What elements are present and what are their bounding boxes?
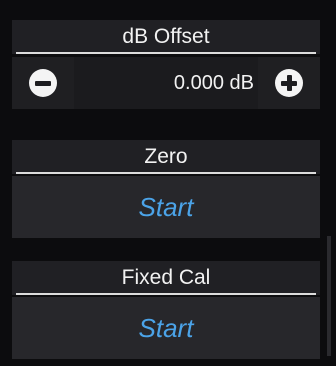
zero-start-button[interactable]: Start <box>12 176 320 238</box>
scrollbar-track[interactable] <box>327 236 331 356</box>
db-offset-header-underline <box>16 52 316 54</box>
db-offset-header: dB Offset <box>12 20 320 54</box>
zero-header-underline <box>16 172 316 174</box>
fixed-cal-start-button[interactable]: Start <box>12 297 320 359</box>
db-offset-header-label: dB Offset <box>122 25 210 48</box>
zero-header: Zero <box>12 140 320 174</box>
calibration-panel: dB Offset 0.000 dB Zero Start Fixed Cal … <box>12 14 320 359</box>
db-offset-value[interactable]: 0.000 dB <box>74 57 258 109</box>
decrement-button[interactable] <box>12 57 74 109</box>
fixed-cal-header-underline <box>16 293 316 295</box>
fixed-cal-header: Fixed Cal <box>12 261 320 295</box>
plus-circle-icon <box>275 69 303 97</box>
increment-button[interactable] <box>258 57 320 109</box>
fixed-cal-header-label: Fixed Cal <box>121 266 211 289</box>
zero-header-label: Zero <box>144 145 188 168</box>
minus-circle-icon <box>29 69 57 97</box>
db-offset-stepper: 0.000 dB <box>12 57 320 109</box>
